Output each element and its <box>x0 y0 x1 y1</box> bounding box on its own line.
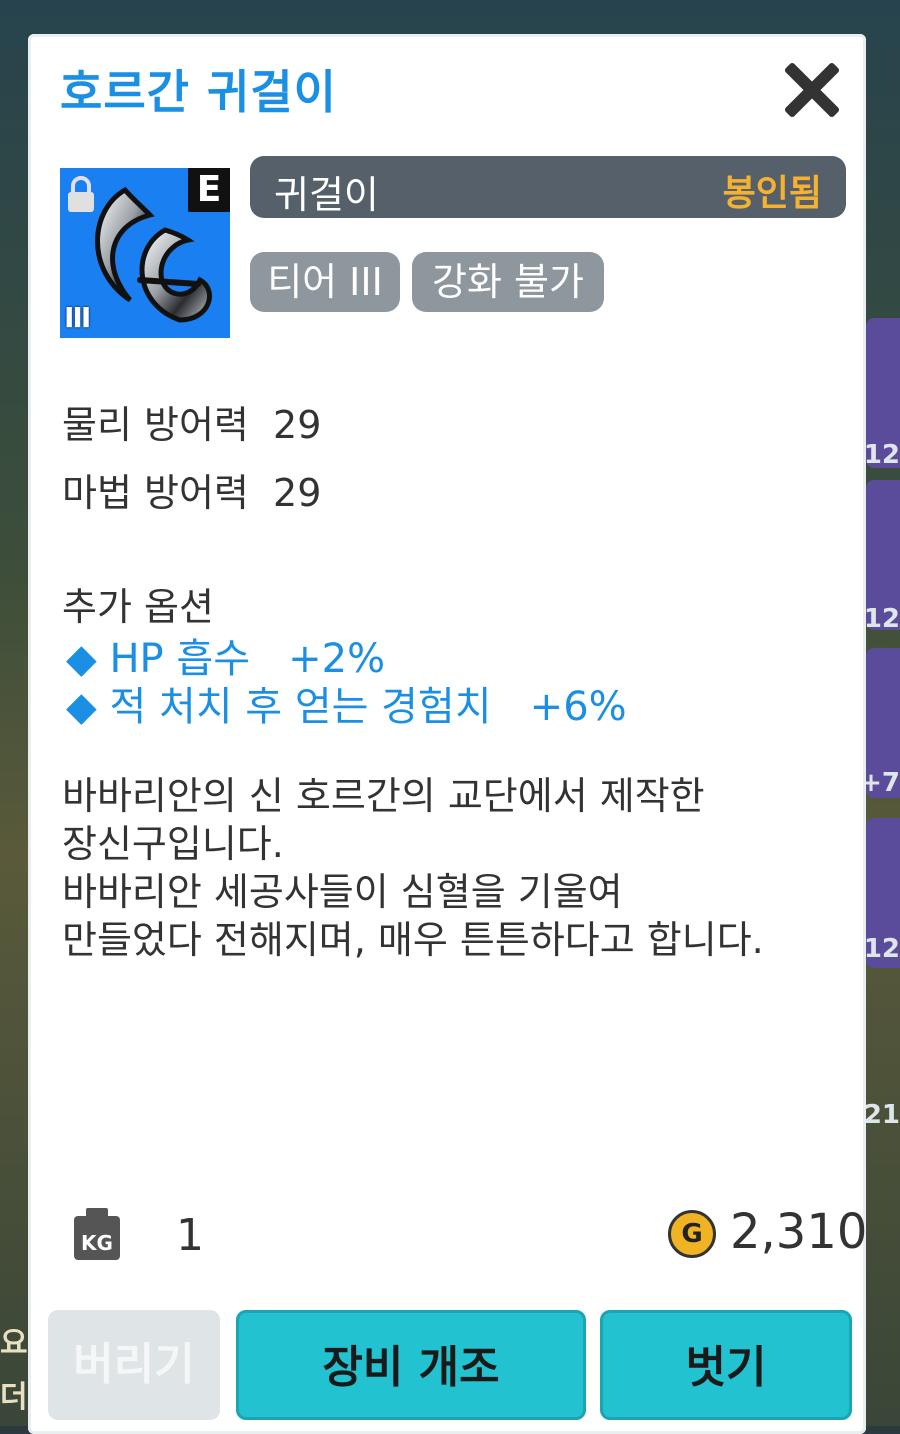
tier-tag: 티어 III <box>250 252 400 312</box>
unequip-button[interactable]: 벗기 <box>600 1310 852 1420</box>
kg-weight-icon: KG <box>74 1208 120 1260</box>
kg-label: KG <box>81 1231 113 1255</box>
close-icon[interactable] <box>780 58 844 122</box>
weight-value: 1 <box>176 1210 204 1261</box>
item-detail-panel: 호르간 귀걸이 E III 귀걸이 봉인됨 티어 III 강화 불가 물리 방어… <box>28 34 868 1434</box>
extra-option: ◆ 적 처치 후 얻는 경험치 +6% <box>66 684 627 730</box>
bg-level-number: +7 <box>860 768 900 798</box>
item-type-label: 귀걸이 <box>274 173 379 217</box>
item-description: 바바리안의 신 호르간의 교단에서 제작한 장신구입니다. 바바리안 세공사들이… <box>62 772 842 964</box>
bg-text: 더 <box>0 1380 28 1415</box>
stat-physical-defense: 물리 방어력 29 <box>62 403 322 447</box>
bg-level-number: 12 <box>863 934 900 964</box>
item-type-bar: 귀걸이 봉인됨 <box>250 156 846 218</box>
bg-level-number: 21 <box>863 1100 900 1130</box>
tier-roman: III <box>64 301 91 334</box>
description-line: 만들었다 전해지며, 매우 튼튼하다고 합니다. <box>62 918 764 962</box>
extra-options-title: 추가 옵션 <box>62 585 214 629</box>
sealed-status: 봉인됨 <box>722 173 822 214</box>
description-line: 장신구입니다. <box>62 822 284 866</box>
item-icon[interactable]: E III <box>60 168 230 338</box>
drop-button[interactable]: 버리기 <box>48 1310 220 1420</box>
description-line: 바바리안 세공사들이 심혈을 기울여 <box>62 870 623 914</box>
modify-equipment-button[interactable]: 장비 개조 <box>236 1310 586 1420</box>
bg-level-number: 12 <box>863 604 900 634</box>
bg-level-number: 12 <box>863 440 900 470</box>
gold-value: 2,310 <box>730 1204 868 1260</box>
gold-coin-icon: G <box>668 1210 716 1258</box>
description-line: 바바리안의 신 호르간의 교단에서 제작한 <box>62 774 705 818</box>
stat-magic-defense: 마법 방어력 29 <box>62 471 322 515</box>
item-title: 호르간 귀걸이 <box>60 65 337 119</box>
grade-badge: E <box>188 168 230 212</box>
enhance-tag: 강화 불가 <box>412 252 604 312</box>
lock-icon <box>68 176 94 212</box>
